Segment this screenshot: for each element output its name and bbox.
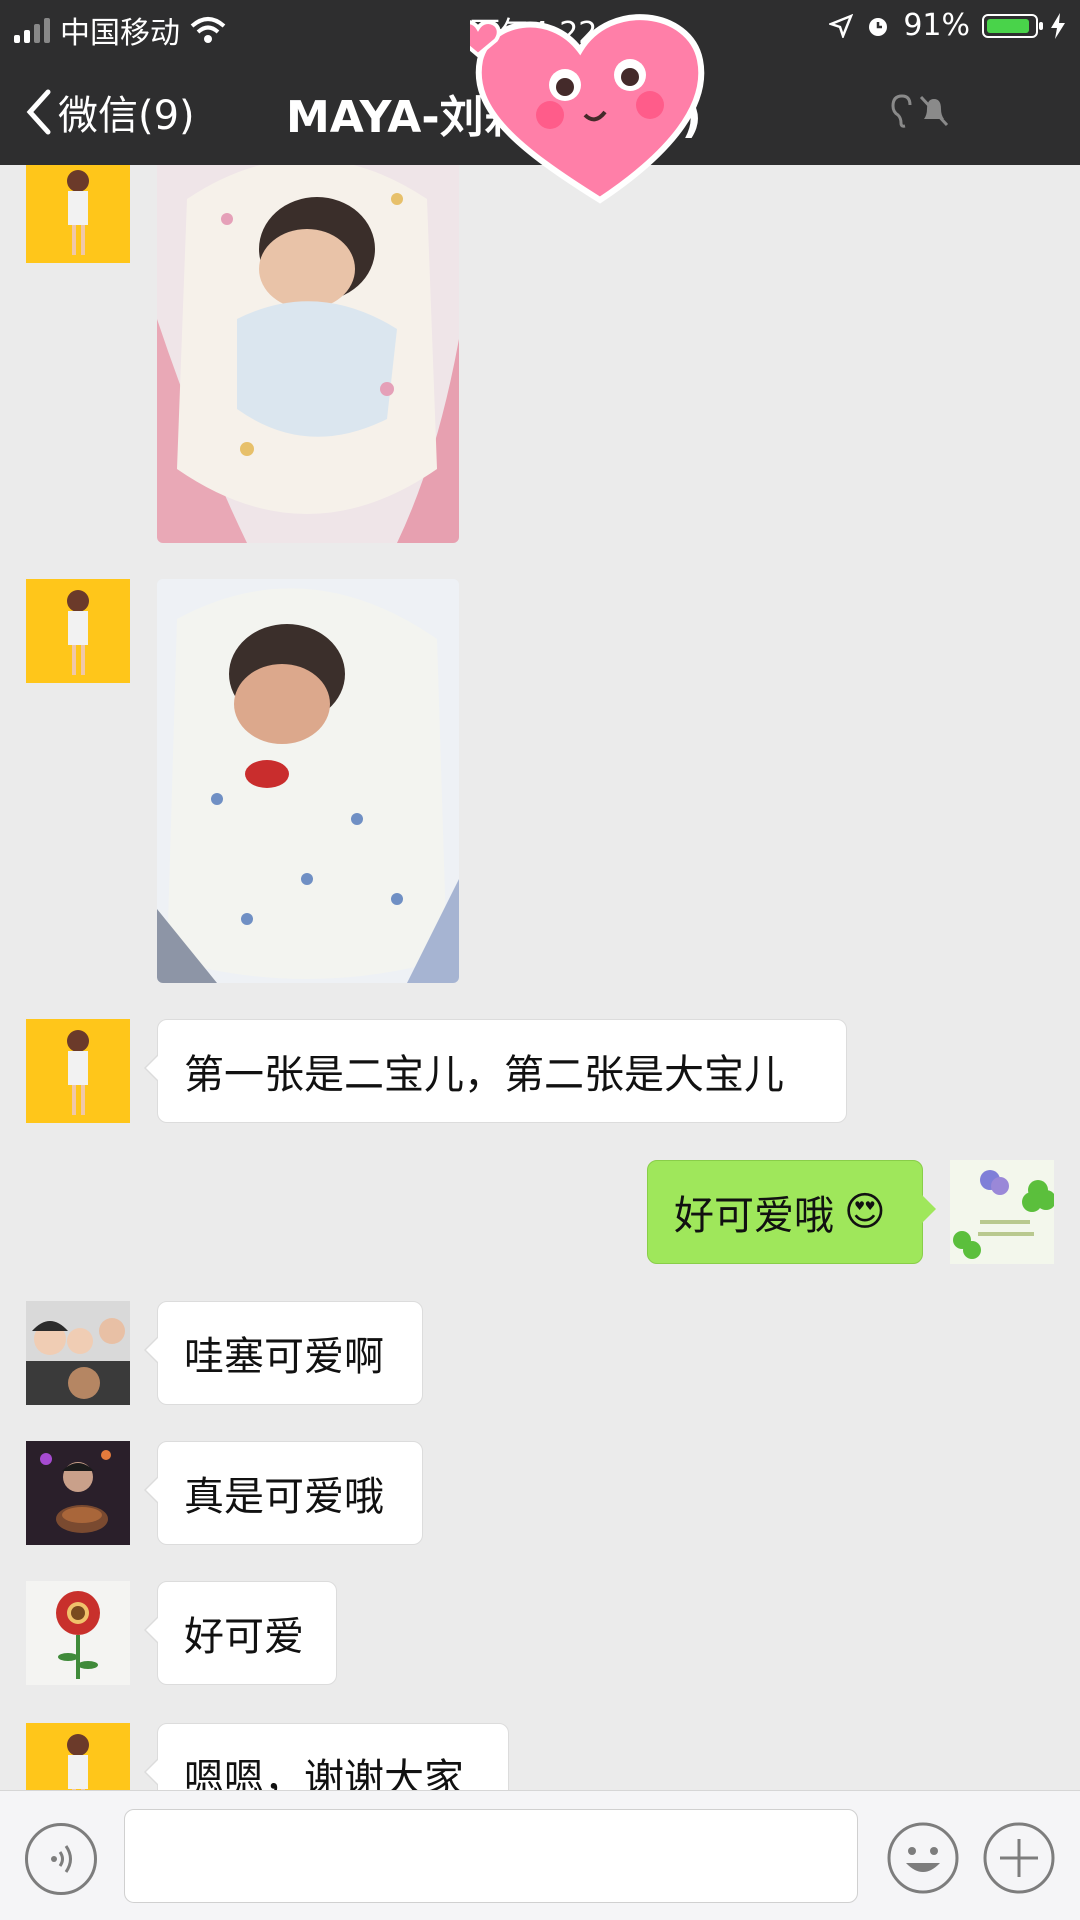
- ear-icon: [891, 94, 912, 128]
- my-message-bubble[interactable]: 好可爱哦 😍: [647, 1160, 936, 1264]
- message-bubble[interactable]: 哇塞可爱啊: [144, 1301, 423, 1405]
- girl-avatar-icon: [26, 165, 130, 263]
- message-text: 真是可爱哦: [184, 1474, 384, 1520]
- battery-fill: [987, 18, 1029, 33]
- voice-button[interactable]: [25, 1823, 97, 1895]
- message-text: 哇塞可爱啊: [184, 1334, 384, 1380]
- status-left: 中国移动: [14, 8, 226, 52]
- chat-area[interactable]: 第一张是二宝儿，第二张是大宝儿 好可爱哦 😍 哇塞可爱啊 真是可爱哦 好可爱 嗯…: [0, 165, 1080, 1790]
- charging-bolt-icon: [1051, 12, 1065, 39]
- input-bar: [0, 1790, 1080, 1920]
- plus-button[interactable]: [982, 1821, 1056, 1895]
- chat-photo[interactable]: [157, 579, 459, 983]
- heart-eyes-emoji-icon: 😍: [844, 1189, 886, 1235]
- girl-avatar-icon: [26, 579, 130, 683]
- message-bubble[interactable]: 嗯嗯，谢谢大家: [144, 1723, 509, 1790]
- message-text: 第一张是二宝儿，第二张是大宝儿: [184, 1052, 784, 1098]
- chat-photo[interactable]: [157, 165, 459, 543]
- back-label: 微信(9): [58, 93, 195, 139]
- sender-avatar[interactable]: [26, 1581, 130, 1685]
- my-avatar[interactable]: [950, 1160, 1054, 1264]
- clover-avatar-icon: [950, 1160, 1054, 1264]
- sender-avatar[interactable]: [26, 1019, 130, 1123]
- battery-percent: 91%: [903, 8, 970, 43]
- sender-avatar[interactable]: [26, 1301, 130, 1405]
- flower-avatar-icon: [26, 1581, 130, 1685]
- message-bubble[interactable]: 真是可爱哦: [144, 1441, 423, 1545]
- chevron-left-icon: [26, 89, 51, 135]
- location-arrow-icon: [829, 13, 854, 38]
- dark-photo-avatar-icon: [26, 1441, 130, 1545]
- sender-avatar[interactable]: [26, 1723, 130, 1790]
- sender-avatar[interactable]: [26, 1441, 130, 1545]
- message-bubble[interactable]: 第一张是二宝儿，第二张是大宝儿: [144, 1019, 847, 1123]
- voice-wave-icon: [51, 1845, 72, 1873]
- battery-icon: [982, 13, 1043, 38]
- sender-avatar[interactable]: [26, 165, 130, 263]
- baby-photo-1: [157, 165, 459, 543]
- wifi-icon: [190, 17, 226, 43]
- girl-avatar-icon: [26, 1019, 130, 1123]
- family-avatar-icon: [26, 1301, 130, 1405]
- carrier-label: 中国移动: [60, 16, 180, 51]
- signal-icon: [14, 17, 50, 43]
- alarm-icon: [869, 17, 888, 36]
- emoji-button[interactable]: [886, 1821, 960, 1895]
- message-input[interactable]: [124, 1809, 858, 1903]
- message-text: 好可爱: [184, 1614, 304, 1660]
- mute-bell-icon: [919, 95, 949, 127]
- message-text: 嗯嗯，谢谢大家: [184, 1756, 464, 1790]
- girl-avatar-icon: [26, 1723, 130, 1790]
- message-bubble[interactable]: 好可爱: [144, 1581, 337, 1685]
- message-text: 好可爱哦: [674, 1193, 834, 1239]
- baby-photo-2: [157, 579, 459, 983]
- status-right: 91%: [829, 8, 1066, 43]
- sender-avatar[interactable]: [26, 579, 130, 683]
- back-button[interactable]: 微信(9): [24, 83, 195, 141]
